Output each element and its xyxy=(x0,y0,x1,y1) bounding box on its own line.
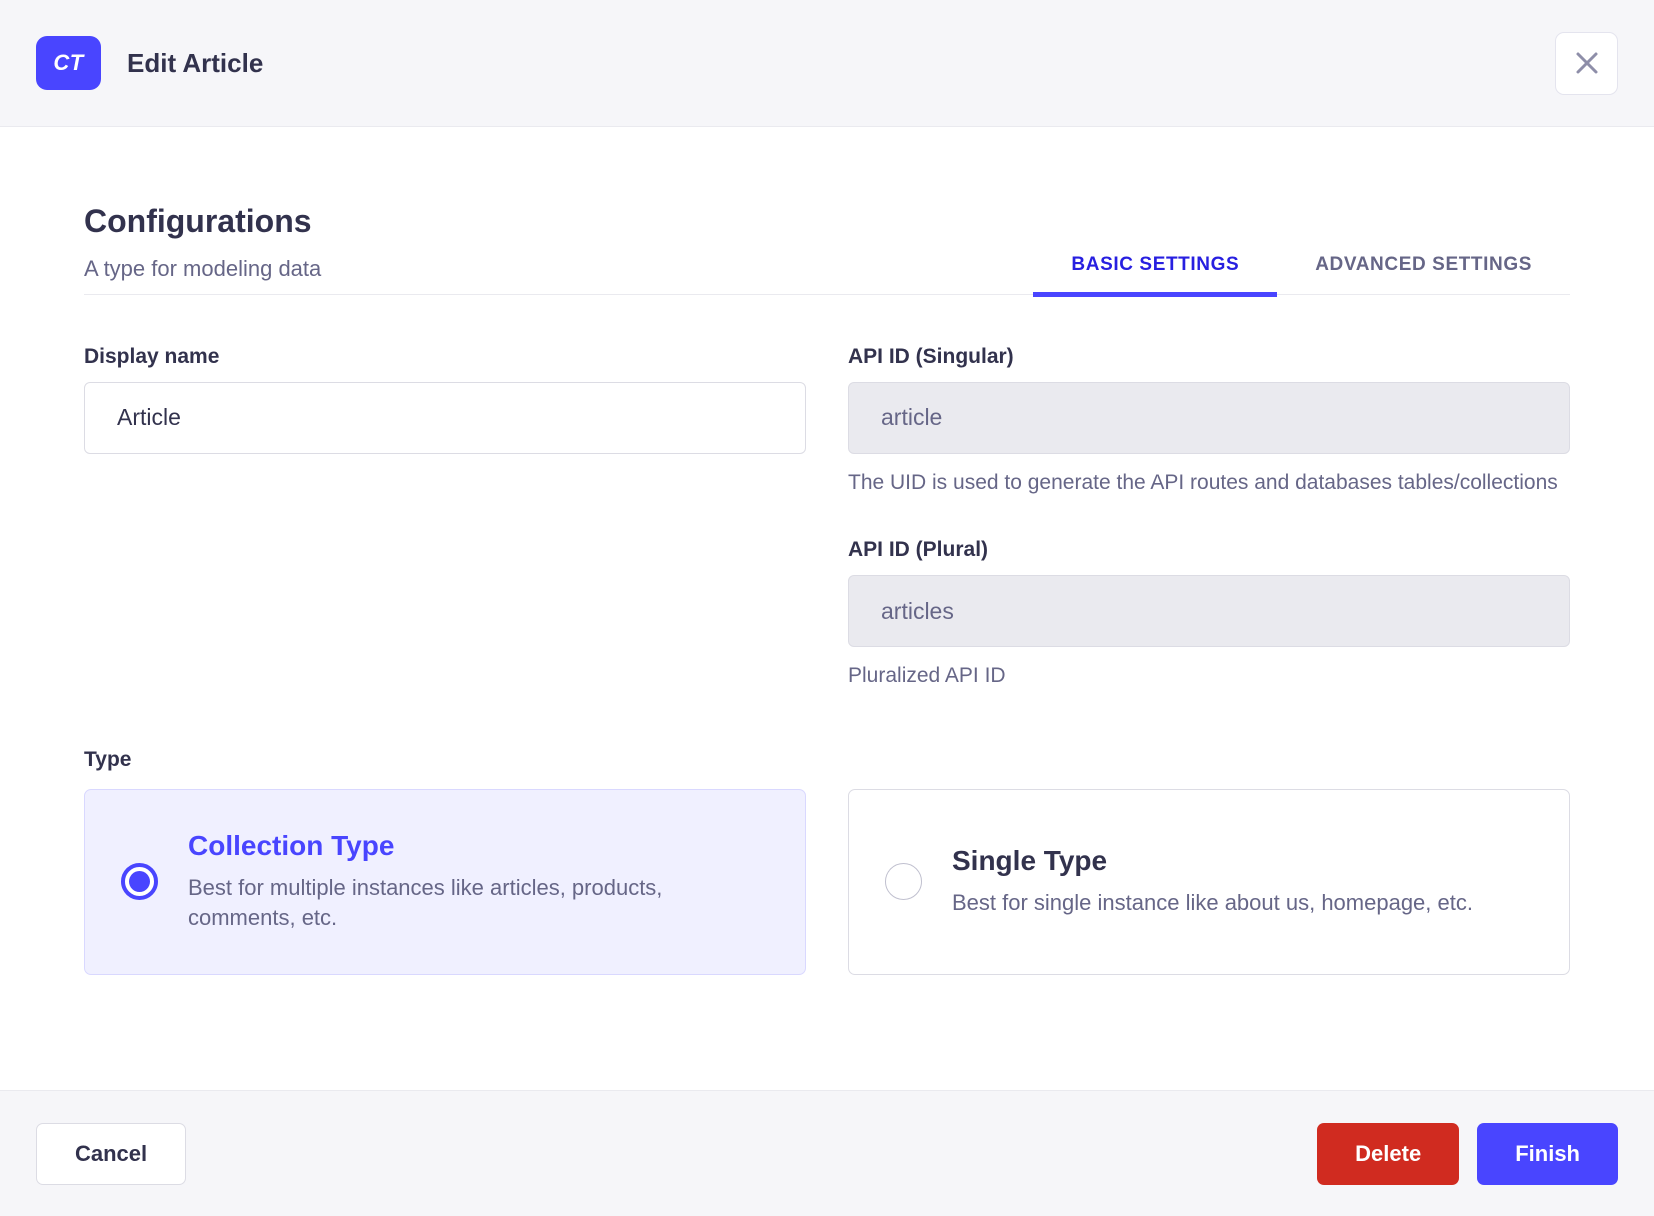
single-type-radio[interactable] xyxy=(885,863,922,901)
tab-advanced-settings[interactable]: ADVANCED SETTINGS xyxy=(1277,236,1570,294)
close-button[interactable] xyxy=(1555,31,1618,95)
form-right-column: API ID (Singular) The UID is used to gen… xyxy=(848,345,1570,692)
page-subtitle: A type for modeling data xyxy=(84,255,322,281)
form-left-column: Display name xyxy=(84,345,806,692)
collection-type-radio[interactable] xyxy=(121,863,158,901)
finish-button[interactable]: Finish xyxy=(1477,1122,1618,1185)
collection-type-description: Best for multiple instances like article… xyxy=(188,874,663,931)
delete-button[interactable]: Delete xyxy=(1317,1122,1460,1185)
api-id-singular-hint: The UID is used to generate the API rout… xyxy=(848,470,1558,494)
api-id-plural-hint: Pluralized API ID xyxy=(848,664,1006,688)
api-id-singular-label: API ID (Singular) xyxy=(848,344,1014,368)
modal-title: Edit Article xyxy=(127,47,264,78)
collection-type-option[interactable]: Collection Type Best for multiple instan… xyxy=(84,788,806,975)
modal-body: Configurations A type for modeling data … xyxy=(0,127,1654,1090)
radio-dot xyxy=(129,871,150,893)
api-id-plural-label: API ID (Plural) xyxy=(848,538,989,562)
collection-type-title: Collection Type xyxy=(188,830,395,862)
modal-header: CT Edit Article xyxy=(0,0,1654,127)
type-options: Collection Type Best for multiple instan… xyxy=(84,788,1570,975)
display-name-label: Display name xyxy=(84,344,220,368)
display-name-field: Display name xyxy=(84,345,806,454)
collection-type-text: Collection Type Best for multiple instan… xyxy=(188,829,748,934)
content-type-badge-label: CT xyxy=(53,50,84,75)
modal-footer: Cancel Delete Finish xyxy=(0,1090,1654,1216)
single-type-description: Best for single instance like about us, … xyxy=(952,890,1473,916)
single-type-text: Single Type Best for single instance lik… xyxy=(952,844,1473,918)
single-type-title: Single Type xyxy=(952,845,1108,877)
settings-tabs: BASIC SETTINGS ADVANCED SETTINGS xyxy=(1033,236,1570,297)
tab-basic-settings[interactable]: BASIC SETTINGS xyxy=(1033,236,1278,297)
api-id-plural-input xyxy=(848,575,1570,648)
configuration-form: Display name API ID (Singular) The UID i… xyxy=(84,345,1570,692)
footer-actions: Delete Finish xyxy=(1317,1122,1618,1185)
api-id-singular-input xyxy=(848,381,1570,454)
content-type-badge: CT xyxy=(36,36,101,90)
api-id-plural-field: API ID (Plural) Pluralized API ID xyxy=(848,538,1570,691)
api-id-singular-field: API ID (Singular) The UID is used to gen… xyxy=(848,345,1570,498)
page-title: Configurations xyxy=(84,203,312,239)
display-name-input[interactable] xyxy=(84,381,806,454)
intro-titles: Configurations A type for modeling data xyxy=(84,203,321,294)
single-type-option[interactable]: Single Type Best for single instance lik… xyxy=(848,788,1570,975)
cancel-button[interactable]: Cancel xyxy=(36,1122,187,1185)
type-section: Type Collection Type Best for multiple i… xyxy=(84,748,1570,975)
close-icon xyxy=(1572,48,1602,78)
intro-row: Configurations A type for modeling data … xyxy=(84,203,1570,297)
type-label: Type xyxy=(84,747,132,771)
